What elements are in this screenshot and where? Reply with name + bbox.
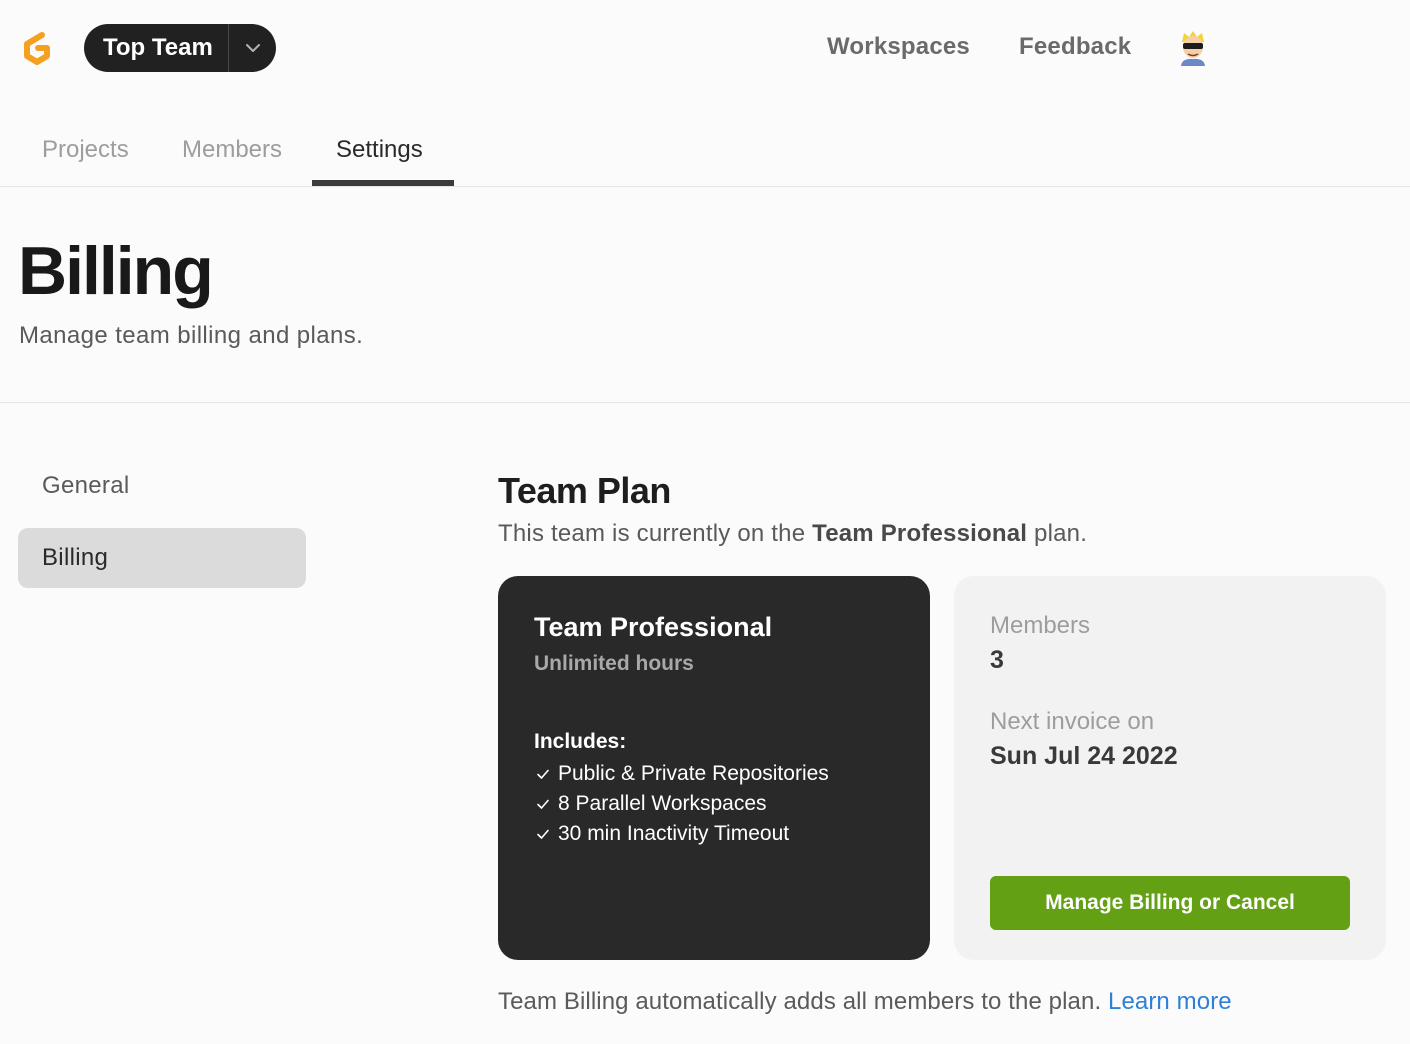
top-bar: Top Team Workspaces Feedback [0,0,1410,100]
settings-tabs: Projects Members Settings [0,100,1410,187]
list-item: Public & Private Repositories [534,759,829,789]
list-item: 30 min Inactivity Timeout [534,819,829,849]
tab-members[interactable]: Members [182,136,282,164]
plan-name: Team Professional [534,612,773,642]
team-name: Top Team [103,34,213,61]
desc-suffix: plan. [1027,520,1088,547]
nav-feedback[interactable]: Feedback [1019,33,1131,61]
desc-prefix: This team is currently on the [498,520,813,547]
section-title: Team Plan [498,470,671,511]
feature-list: Public & Private Repositories 8 Parallel… [534,759,829,849]
plan-card: Team Professional Unlimited hours Includ… [498,576,930,960]
check-icon [537,769,549,779]
next-invoice-date: Sun Jul 24 2022 [990,742,1178,770]
tab-settings[interactable]: Settings [336,136,423,164]
gitpod-logo-icon[interactable] [16,28,56,68]
billing-info-card: Members 3 Next invoice on Sun Jul 24 202… [954,576,1386,960]
page-title: Billing [18,233,214,309]
sidebar-item-billing[interactable]: Billing [18,528,306,588]
learn-more-link[interactable]: Learn more [1108,988,1232,1015]
manage-billing-button[interactable]: Manage Billing or Cancel [990,876,1350,930]
members-label: Members [990,612,1091,639]
feature-label: 8 Parallel Workspaces [558,792,767,815]
check-icon [537,829,549,839]
next-invoice-label: Next invoice on [990,708,1155,735]
tab-projects[interactable]: Projects [42,136,129,164]
footnote-text: Team Billing automatically adds all memb… [498,988,1108,1015]
feature-label: 30 min Inactivity Timeout [558,822,790,845]
page-subtitle: Manage team billing and plans. [19,322,364,349]
divider [0,402,1410,403]
sidebar-item-general[interactable]: General [18,456,306,516]
active-tab-indicator [312,180,454,186]
billing-footnote: Team Billing automatically adds all memb… [498,988,1232,1016]
check-icon [537,799,549,809]
members-count: 3 [990,646,1004,674]
team-switcher[interactable]: Top Team [84,24,276,72]
nav-workspaces[interactable]: Workspaces [827,33,970,61]
list-item: 8 Parallel Workspaces [534,789,829,819]
section-description: This team is currently on the Team Profe… [498,520,1087,548]
chevron-down-icon[interactable] [229,43,276,53]
plan-subtitle: Unlimited hours [534,652,694,675]
current-plan-name: Team Professional [812,520,1028,547]
user-avatar-icon[interactable] [1176,30,1210,66]
feature-label: Public & Private Repositories [558,762,829,785]
includes-label: Includes: [534,730,627,753]
